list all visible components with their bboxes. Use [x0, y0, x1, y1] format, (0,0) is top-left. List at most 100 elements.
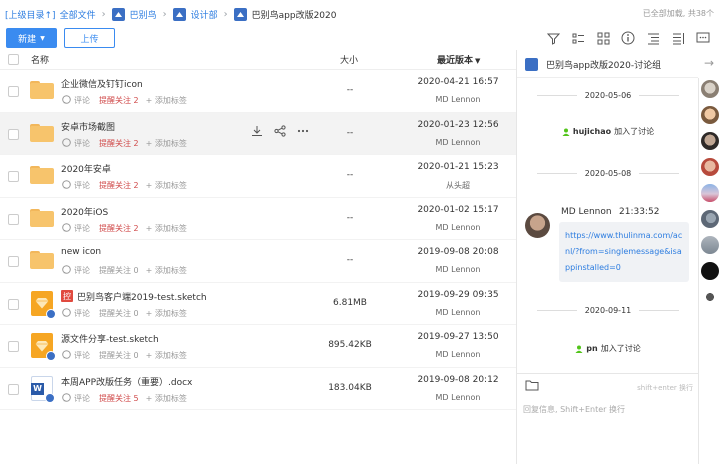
comment-link[interactable]: 评论 — [62, 265, 90, 276]
file-size: -- — [346, 127, 354, 138]
remind-link[interactable]: 提醒关注 2 — [99, 223, 139, 234]
row-checkbox[interactable] — [8, 213, 19, 225]
file-name[interactable]: 企业微信及钉钉icon — [61, 77, 143, 90]
table-row[interactable]: new icon 评论 提醒关注 0 + 添加标签 -- 2019-09-08 20:08… — [0, 240, 516, 283]
add-tag-link[interactable]: + 添加标签 — [146, 180, 187, 191]
add-tag-link[interactable]: + 添加标签 — [146, 138, 187, 149]
table-row[interactable]: W 本周APP改版任务（重要）.docx 评论 提醒关注 5 + 添加标签 183.04K… — [0, 368, 516, 410]
file-name[interactable]: 2020年iOS — [61, 205, 108, 218]
remind-link[interactable]: 提醒关注 0 — [99, 308, 139, 319]
download-icon[interactable] — [250, 125, 263, 138]
plus-icon: + — [145, 138, 155, 148]
table-row[interactable]: 控巴别鸟客户端2019-test.sketch 评论 提醒关注 0 + 添加标签 6.8… — [0, 283, 516, 325]
file-name[interactable]: 安卓市场截图 — [61, 120, 115, 133]
avatar[interactable] — [701, 132, 719, 150]
row-checkbox[interactable] — [8, 171, 19, 182]
avatar[interactable] — [701, 288, 719, 306]
add-tag-link[interactable]: + 添加标签 — [146, 95, 187, 106]
avatar[interactable] — [701, 210, 719, 228]
detail-list-icon[interactable] — [669, 29, 687, 47]
comment-link[interactable]: 评论 — [62, 222, 90, 234]
remind-link[interactable]: 提醒关注 5 — [99, 393, 139, 404]
row-checkbox[interactable] — [8, 383, 19, 395]
file-name[interactable]: 控巴别鸟客户端2019-test.sketch — [61, 290, 207, 303]
row-checkbox[interactable] — [8, 256, 19, 267]
row-checkbox[interactable] — [8, 298, 19, 310]
file-meta: 评论 提醒关注 0 + 添加标签 — [62, 265, 187, 276]
message-author: MD Lennon — [561, 207, 612, 217]
file-name-text: 企业微信及钉钉icon — [61, 80, 143, 90]
date-separator: 2020-05-08 — [517, 168, 699, 178]
row-checkbox[interactable] — [8, 341, 19, 352]
filter-icon[interactable] — [544, 29, 562, 47]
add-tag-link[interactable]: + 添加标签 — [146, 350, 187, 361]
grid-view-icon[interactable] — [594, 29, 612, 47]
file-user: MD Lennon — [435, 350, 481, 359]
sort-icon[interactable] — [644, 29, 662, 47]
plus-icon: + — [145, 266, 155, 275]
file-name[interactable]: new icon — [61, 247, 101, 257]
breadcrumb-up-link[interactable]: [上级目录↑] — [5, 8, 56, 21]
remind-link[interactable]: 提醒关注 2 — [99, 138, 139, 149]
breadcrumb-current: 巴别鸟app改版2020 — [251, 10, 337, 21]
add-tag-link[interactable]: + 添加标签 — [146, 393, 187, 404]
comment-link[interactable]: 评论 — [62, 307, 90, 319]
row-checkbox[interactable] — [8, 128, 19, 140]
breadcrumb-all-files[interactable]: 全部文件 — [60, 8, 96, 21]
file-user: MD Lennon — [435, 137, 481, 147]
column-name[interactable]: 名称 — [31, 53, 49, 66]
table-row[interactable]: 源文件分享-test.sketch 评论 提醒关注 0 + 添加标签 895.42KB 2… — [0, 325, 516, 368]
remind-link[interactable]: 提醒关注 2 — [99, 180, 139, 191]
comment-label: 评论 — [74, 266, 90, 275]
table-row[interactable]: 企业微信及钉钉icon 评论 提醒关注 2 + 添加标签 -- 2020-04-21 16… — [0, 70, 516, 113]
comment-link[interactable]: 评论 — [62, 392, 90, 404]
avatar[interactable] — [525, 213, 550, 238]
sketch-file-icon — [31, 290, 56, 319]
arrow-right-icon[interactable]: → — [704, 56, 714, 70]
comment-link[interactable]: 评论 — [62, 180, 90, 191]
share-icon[interactable] — [273, 125, 286, 138]
add-tag-label: 添加标签 — [154, 181, 187, 190]
breadcrumb-level1[interactable]: 巴别鸟 — [130, 8, 157, 21]
avatar[interactable] — [701, 158, 719, 176]
file-date: 2020-01-21 15:23 — [417, 162, 499, 172]
row-checkbox[interactable] — [8, 86, 19, 97]
chat-icon[interactable] — [694, 29, 712, 47]
remind-link[interactable]: 提醒关注 2 — [99, 95, 139, 106]
column-size[interactable]: 大小 — [340, 53, 358, 66]
comment-icon — [62, 180, 71, 191]
file-name[interactable]: 2020年安卓 — [61, 162, 111, 175]
avatar[interactable] — [701, 184, 719, 202]
column-version[interactable]: 最近版本 ▼ — [437, 53, 480, 66]
comment-label: 评论 — [74, 351, 90, 360]
remind-link[interactable]: 提醒关注 0 — [99, 265, 139, 276]
add-tag-label: 添加标签 — [154, 223, 187, 233]
add-tag-link[interactable]: + 添加标签 — [146, 308, 187, 319]
date-label: 2020-05-06 — [584, 90, 632, 100]
attach-folder-icon[interactable] — [525, 380, 539, 394]
table-row[interactable]: 安卓市场截图 评论 提醒关注 2 + 添加标签 -- 2020-01-23 12:56 MD… — [0, 112, 516, 155]
list-view-icon[interactable] — [569, 29, 587, 47]
select-all-checkbox[interactable] — [8, 54, 19, 65]
upload-button[interactable]: 上传 — [64, 28, 115, 48]
reply-input[interactable]: 回复信息, Shift+Enter 换行 — [523, 404, 625, 415]
avatar[interactable] — [701, 236, 719, 254]
add-tag-link[interactable]: + 添加标签 — [146, 265, 187, 276]
message-link[interactable]: https://www.thulinma.com/acnl/?from=sing… — [559, 222, 689, 282]
file-name[interactable]: 源文件分享-test.sketch — [61, 332, 159, 345]
avatar[interactable] — [701, 106, 719, 124]
file-name[interactable]: 本周APP改版任务（重要）.docx — [61, 375, 192, 388]
avatar[interactable] — [701, 80, 719, 98]
avatar[interactable] — [701, 262, 719, 280]
comment-link[interactable]: 评论 — [62, 95, 90, 106]
breadcrumb-level2[interactable]: 设计部 — [191, 8, 218, 21]
comment-link[interactable]: 评论 — [62, 350, 90, 361]
remind-link[interactable]: 提醒关注 0 — [99, 350, 139, 361]
file-user: MD Lennon — [435, 307, 481, 317]
new-button[interactable]: 新建 ▼ — [6, 28, 57, 48]
table-row[interactable]: 2020年安卓 评论 提醒关注 2 + 添加标签 -- 2020-01-21 15:23 从… — [0, 155, 516, 198]
comment-link[interactable]: 评论 — [62, 137, 90, 149]
table-row[interactable]: 2020年iOS 评论 提醒关注 2 + 添加标签 -- 2020-01-02 15:17… — [0, 198, 516, 240]
info-icon[interactable] — [619, 29, 637, 47]
add-tag-link[interactable]: + 添加标签 — [146, 223, 187, 234]
